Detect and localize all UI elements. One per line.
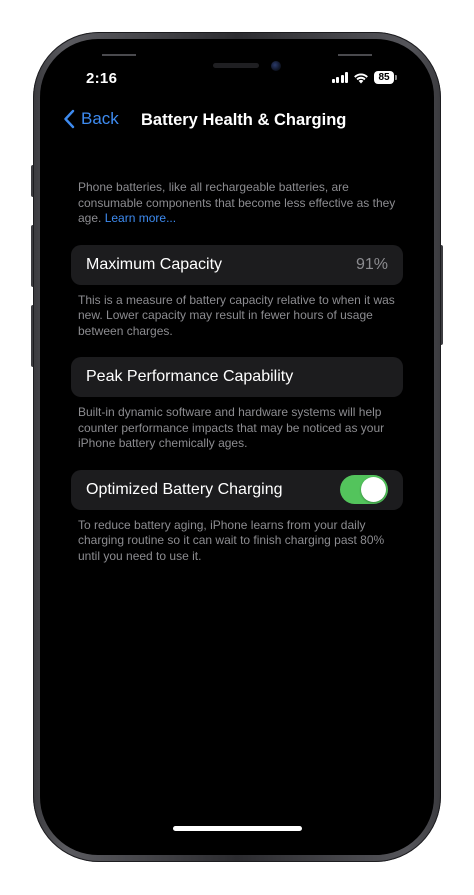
antenna-line: [102, 54, 136, 56]
stage: 2:16 85 Back Battery Health & Charging P…: [0, 0, 474, 895]
page-title: Battery Health & Charging: [141, 111, 347, 129]
status-icons: 85: [331, 71, 397, 84]
antenna-line: [338, 54, 372, 56]
battery-level: 85: [374, 71, 394, 84]
back-button[interactable]: Back: [63, 109, 119, 129]
earpiece-speaker: [213, 63, 259, 68]
intro-text: Phone batteries, like all rechargeable b…: [71, 180, 403, 227]
front-camera-icon: [271, 61, 281, 71]
battery-tip: [395, 75, 397, 80]
peak-performance-label: Peak Performance Capability: [86, 368, 294, 385]
status-time: 2:16: [86, 70, 118, 87]
phone-screen: 2:16 85 Back Battery Health & Charging P…: [40, 39, 434, 855]
optimized-charging-row: Optimized Battery Charging: [71, 469, 403, 510]
chevron-left-icon: [64, 109, 75, 129]
home-indicator[interactable]: [173, 826, 302, 831]
peak-performance-description: Built-in dynamic software and hardware s…: [78, 405, 385, 450]
navigation-bar: Back Battery Health & Charging: [40, 107, 434, 137]
battery-icon: 85: [374, 71, 397, 84]
maximum-capacity-label: Maximum Capacity: [86, 255, 223, 273]
maximum-capacity-description: This is a measure of battery capacity re…: [78, 292, 395, 338]
maximum-capacity-value: 91%: [355, 255, 388, 273]
learn-more-link[interactable]: Learn more...: [105, 211, 176, 225]
optimized-charging-label: Optimized Battery Charging: [86, 480, 283, 498]
maximum-capacity-row: Maximum Capacity 91%: [71, 244, 403, 285]
peak-performance-row[interactable]: Peak Performance Capability: [71, 357, 403, 397]
optimized-charging-toggle[interactable]: [340, 475, 388, 504]
wifi-icon: [354, 73, 368, 83]
optimized-charging-description: To reduce battery aging, iPhone learns f…: [78, 517, 385, 563]
toggle-knob: [361, 477, 386, 502]
settings-content: Phone batteries, like all rechargeable b…: [71, 178, 403, 564]
back-label: Back: [81, 109, 119, 128]
cellular-signal-icon: [331, 72, 348, 83]
